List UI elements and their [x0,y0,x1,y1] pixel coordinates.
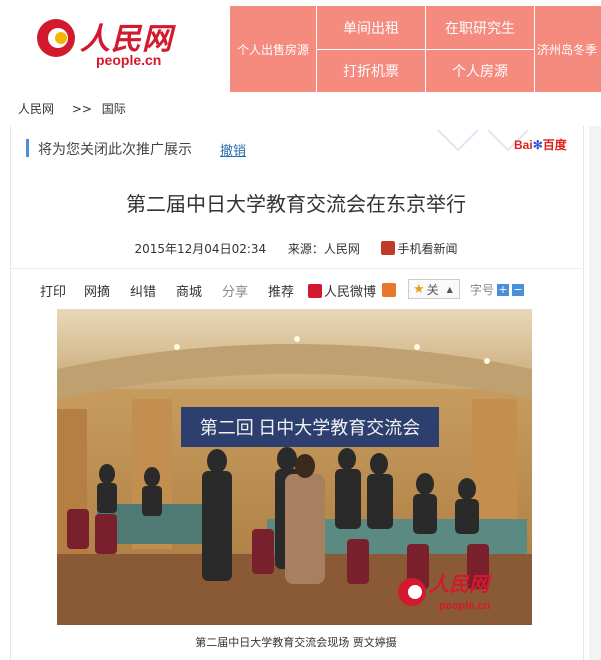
breadcrumb-section[interactable]: 国际 [102,102,126,116]
rss-icon[interactable] [382,283,396,297]
recommend-button[interactable]: 推荐 [268,281,294,300]
breadcrumb-home[interactable]: 人民网 [18,102,54,116]
ad-link-label: 打折机票 [343,64,399,80]
print-button[interactable]: 打印 [40,281,66,300]
article-photo: 第二回 日中大学教育交流会 人民网 people.cn [57,309,532,625]
page-scrollbar[interactable] [589,126,601,660]
article-date: 2015年12月04日02:34 [134,242,267,256]
article-source: 来源：人民网 [287,242,360,256]
logo-emblem-icon [37,19,75,57]
share-button[interactable]: 分享 [222,281,248,300]
article-title: 第二届中日大学教育交流会在东京举行 [126,192,466,216]
baidu-logo-text-cn: 百度 [542,138,567,152]
ad-link-personal-house[interactable]: 个人房源 [426,50,534,92]
ad-link-flights[interactable]: 打折机票 [317,50,425,92]
mobile-phone-icon [381,241,396,255]
promo-close-notice: 将为您关闭此次推广展示 撤销 Bai✻百度 [18,129,578,162]
promo-text: 将为您关闭此次推广展示 [38,142,192,158]
photo-watermark-text: 人民网 [429,573,492,596]
baidu-paw-icon: ✻ [532,138,543,152]
article-toolbar: 打印 网摘 纠错 商城 分享 推荐 人民微博 ★ 关 ▲ 字号 + − [10,268,582,309]
ad-divider [534,6,535,92]
excerpt-button[interactable]: 网摘 [84,281,110,300]
breadcrumb: 人民网 >> 国际 [18,100,132,117]
mall-button[interactable]: 商城 [176,281,202,300]
star-icon: ★ [413,281,425,297]
font-size-label: 字号 [470,283,495,297]
ad-link-jeju[interactable]: 济州岛冬季 [535,6,601,92]
ad-link-sell-house[interactable]: 个人出售房源 [230,6,316,92]
weibo-icon [308,284,322,298]
follow-label: 关 [426,282,439,297]
site-logo[interactable]: 人民网 people.cn [36,14,176,70]
ad-link-label: 单间出租 [343,20,399,37]
ad-link-label: 在职研究生 [445,20,515,37]
promo-accent-bar [26,139,29,157]
baidu-logo: Bai✻百度 [514,136,567,153]
ad-link-single-room[interactable]: 单间出租 [317,6,425,49]
follow-button[interactable]: ★ 关 ▲ [408,279,460,299]
promo-undo-link[interactable]: 撤销 [220,140,246,159]
conference-scene-image: 第二回 日中大学教育交流会 人民网 people.cn [57,309,532,625]
photo-caption: 第二届中日大学教育交流会现场 贾文婷摄 [195,636,397,649]
caret-up-icon: ▲ [446,284,453,294]
font-increase-button[interactable]: + [497,284,509,296]
ad-link-label: 个人出售房源 [236,42,309,57]
ad-link-graduate[interactable]: 在职研究生 [426,6,534,49]
correct-button[interactable]: 纠错 [130,281,156,300]
mobile-news-link[interactable]: 手机看新闻 [397,242,457,256]
logo-subtext: people.cn [96,52,162,68]
font-decrease-button[interactable]: − [512,284,524,296]
ad-link-label: 个人房源 [452,64,508,80]
baidu-logo-text: Bai [514,138,533,152]
photo-banner-text: 第二回 日中大学教育交流会 [200,418,421,438]
breadcrumb-separator: >> [71,102,92,116]
ad-link-label: 济州岛冬季 [537,42,598,57]
weibo-button[interactable]: 人民微博 [308,281,376,300]
weibo-label: 人民微博 [324,285,377,300]
photo-watermark-subtext: people.cn [439,600,491,612]
ad-link-grid: 个人出售房源 单间出租 在职研究生 打折机票 个人房源 济州岛冬季 [230,6,601,92]
article-meta: 2015年12月04日02:34 来源：人民网 手机看新闻 [10,240,582,257]
ad-divider [316,49,534,50]
